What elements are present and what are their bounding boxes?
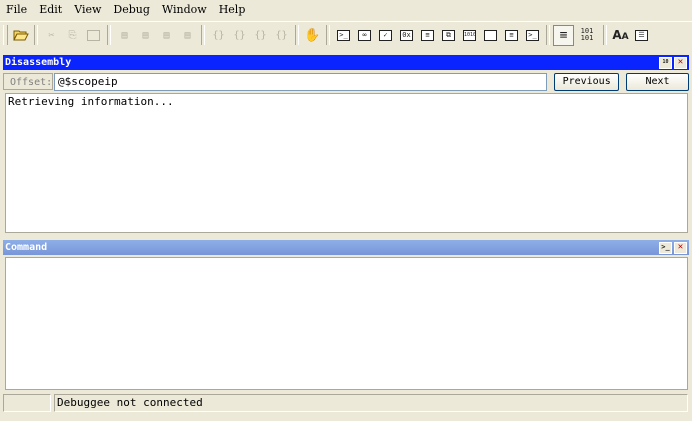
memory-icon: ≡ (421, 29, 434, 41)
step-icon: ▤ (142, 29, 149, 41)
offset-label: Offset: (3, 73, 53, 90)
disassembly-window-button[interactable]: 1010 (459, 25, 480, 46)
close-icon: ✕ (677, 242, 684, 252)
status-bar: Debuggee not connected (3, 394, 689, 413)
menu-bar: File Edit View Debug Window Help (0, 0, 692, 20)
menu-edit[interactable]: Edit (33, 0, 68, 20)
copy-icon: ⎘ (68, 29, 77, 41)
next-button[interactable]: Next (626, 72, 689, 91)
step-icon: ▤ (121, 29, 128, 41)
menu-file[interactable]: File (0, 0, 33, 20)
run-to-cursor-button[interactable]: {} (271, 25, 292, 46)
locals-window-button[interactable]: ✓ (375, 25, 396, 46)
registers-icon: 0x (400, 29, 413, 41)
step-into-button[interactable]: {} (208, 25, 229, 46)
restart-button[interactable]: ▤ (135, 25, 156, 46)
call-stack-button[interactable]: ⧉ (438, 25, 459, 46)
command-output[interactable] (5, 257, 688, 390)
close-command-button[interactable]: ✕ (674, 241, 687, 254)
command-title-bar[interactable]: Command >_ ✕ (3, 240, 689, 255)
hex-display-button[interactable]: 101 101 (574, 25, 600, 46)
locals-icon: ✓ (379, 29, 392, 41)
open-folder-button[interactable] (10, 25, 31, 46)
go-button[interactable]: ▤ (114, 25, 135, 46)
hand-icon: ✋ (304, 27, 321, 43)
scissors-icon: ✂ (48, 29, 55, 41)
menu-debug[interactable]: Debug (107, 0, 156, 20)
toolbar-separator (603, 25, 607, 45)
command-window-button[interactable]: >_ (333, 25, 354, 46)
scratch-pad-button[interactable] (480, 25, 501, 46)
toolbar: ✂ ⎘ ▤ ▤ ▤ ▤ {} {} {} {} ✋ >_ ∞ ✓ 0x ≡ ⧉ … (0, 21, 692, 48)
toolbar-separator (326, 25, 330, 45)
close-disassembly-button[interactable]: ✕ (674, 56, 687, 69)
paste-button[interactable] (83, 25, 104, 46)
paste-icon (87, 29, 100, 41)
toolbar-separator (546, 25, 550, 45)
brace-icon: {} (275, 29, 288, 41)
offset-row: Offset: @$scopeip Previous Next (3, 71, 689, 92)
brace-icon: {} (212, 29, 225, 41)
toolbar-separator (34, 25, 38, 45)
dock-toggle-button[interactable]: 10 (659, 56, 672, 69)
menu-help[interactable]: Help (213, 0, 252, 20)
status-cell-empty (3, 394, 51, 412)
disassembly-icon: 10 (662, 59, 669, 65)
command-browser-icon: >_ (526, 29, 539, 41)
menu-window[interactable]: Window (156, 0, 213, 20)
disassembly-icon: 1010 (463, 29, 476, 41)
breakpoint-button[interactable]: ✋ (302, 25, 323, 46)
binary-icon: 101 101 (580, 27, 594, 42)
offset-input[interactable]: @$scopeip (54, 72, 548, 91)
processes-threads-button[interactable]: ≡ (501, 25, 522, 46)
stop-debugging-button[interactable]: ▤ (156, 25, 177, 46)
break-button[interactable]: ▤ (177, 25, 198, 46)
registers-window-button[interactable]: 0x (396, 25, 417, 46)
previous-button[interactable]: Previous (554, 72, 620, 91)
toolbar-separator (107, 25, 111, 45)
command-title: Command (5, 242, 48, 253)
brace-icon: {} (233, 29, 246, 41)
call-stack-icon: ⧉ (442, 29, 455, 41)
source-mode-button[interactable]: ≡ (553, 24, 574, 46)
cut-button[interactable]: ✂ (41, 25, 62, 46)
command-icon: >_ (661, 243, 670, 251)
step-icon: ▤ (184, 29, 191, 41)
scratch-pad-icon (484, 29, 497, 41)
command-browser-button[interactable]: >_ (522, 25, 543, 46)
folder-open-icon (12, 30, 29, 41)
brace-icon: {} (254, 29, 267, 41)
font-button[interactable]: AA (610, 25, 631, 46)
options-button[interactable]: ☰ (631, 25, 652, 46)
options-icon: ☰ (635, 29, 648, 41)
status-message: Debuggee not connected (54, 394, 688, 412)
disassembly-content[interactable]: Retrieving information... (5, 93, 688, 233)
watch-icon: ∞ (358, 29, 371, 41)
toolbar-grip[interactable] (3, 25, 8, 45)
processes-icon: ≡ (505, 29, 518, 41)
font-icon: AA (612, 28, 629, 42)
source-mode-icon: ≡ (559, 27, 568, 43)
disassembly-text: Retrieving information... (8, 95, 174, 108)
disassembly-title-bar[interactable]: Disassembly 10 ✕ (3, 55, 689, 70)
step-icon: ▤ (163, 29, 170, 41)
close-icon: ✕ (677, 57, 684, 67)
menu-view[interactable]: View (68, 0, 107, 20)
step-out-button[interactable]: {} (250, 25, 271, 46)
memory-window-button[interactable]: ≡ (417, 25, 438, 46)
command-icon: >_ (337, 29, 350, 41)
copy-button[interactable]: ⎘ (62, 25, 83, 46)
step-over-button[interactable]: {} (229, 25, 250, 46)
toolbar-separator (201, 25, 205, 45)
disassembly-title: Disassembly (5, 57, 72, 68)
watch-window-button[interactable]: ∞ (354, 25, 375, 46)
toolbar-separator (295, 25, 299, 45)
dock-toggle-button[interactable]: >_ (659, 241, 672, 254)
